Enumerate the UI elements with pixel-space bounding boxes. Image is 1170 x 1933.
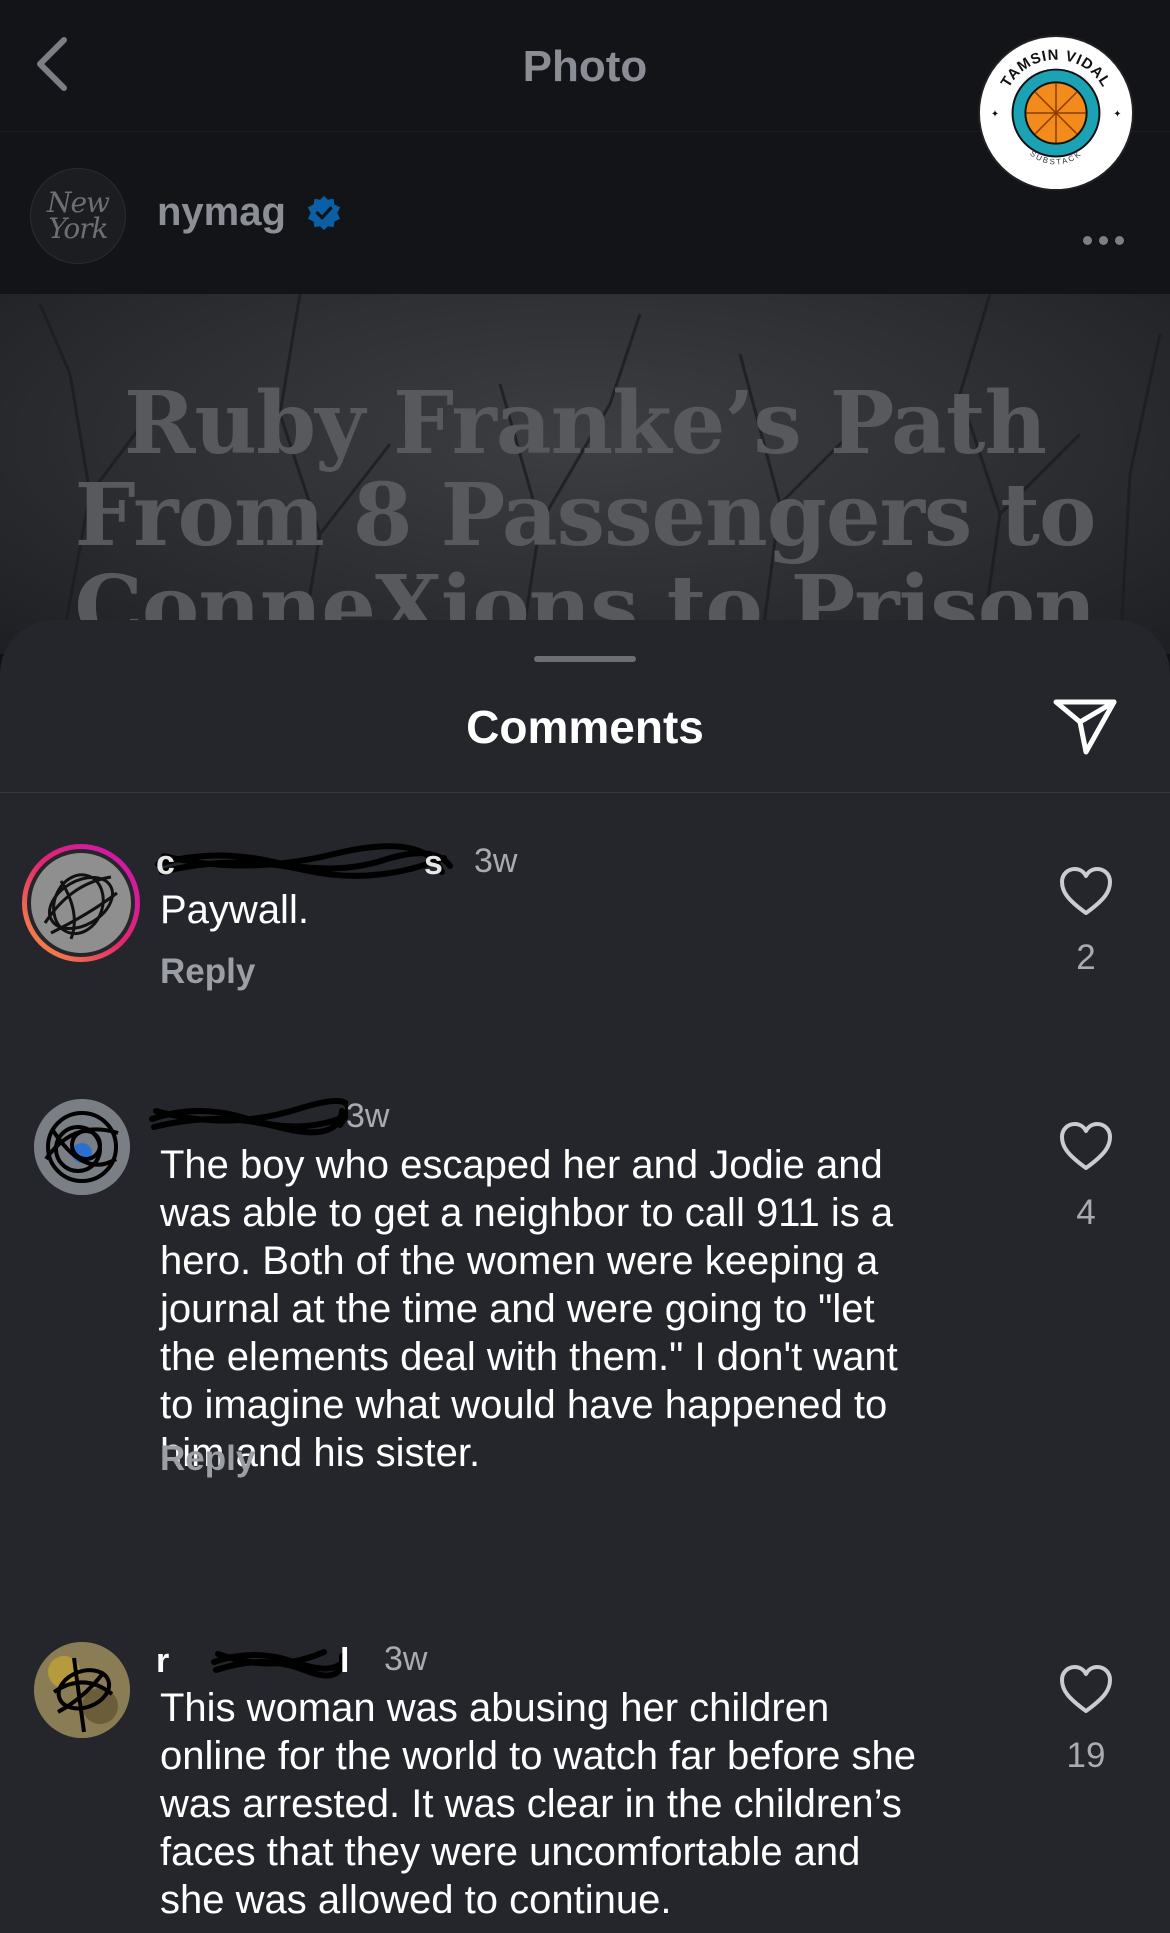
svg-text:l: l bbox=[340, 1642, 349, 1680]
svg-text:✦: ✦ bbox=[1113, 109, 1121, 120]
comment-timestamp: 3w bbox=[474, 842, 518, 880]
reply-button[interactable]: Reply bbox=[160, 1439, 255, 1479]
comment-username[interactable]: rachelmacol r l bbox=[156, 1640, 358, 1680]
heart-outline-icon bbox=[1060, 867, 1112, 915]
redaction-scribble: c s bbox=[155, 843, 453, 882]
post-image[interactable]: Ruby Franke’s Path From 8 Passengers to … bbox=[0, 294, 1170, 654]
avatar bbox=[31, 853, 131, 953]
avatar-story-ring[interactable] bbox=[22, 844, 140, 962]
avatar-redaction-scribble bbox=[34, 1099, 130, 1195]
verified-badge-icon bbox=[307, 195, 341, 231]
comment-text: The boy who escaped her and Jodie and wa… bbox=[160, 1143, 898, 1475]
like-button[interactable] bbox=[1058, 1121, 1114, 1173]
post-username[interactable]: nymag bbox=[157, 190, 286, 235]
more-options-button[interactable] bbox=[1078, 220, 1128, 260]
heart-outline-icon bbox=[1060, 1122, 1112, 1170]
svg-text:r: r bbox=[156, 1642, 169, 1680]
like-count: 4 bbox=[1076, 1193, 1096, 1232]
avatar-redaction-scribble bbox=[34, 1642, 130, 1738]
like-button[interactable] bbox=[1058, 866, 1114, 918]
share-button[interactable] bbox=[1050, 692, 1120, 758]
redaction-scribble: r l bbox=[156, 1642, 349, 1680]
comment-item: jill_ansel12 3w The boy who escaped her … bbox=[0, 1075, 1170, 1495]
comment-username[interactable]: jill_ansel12 bbox=[149, 1097, 348, 1136]
heart-outline-icon bbox=[1060, 1665, 1112, 1713]
sheet-divider bbox=[0, 792, 1170, 793]
comment-item: rachelmacol r l 3w This woman was abusin… bbox=[0, 1618, 1170, 1933]
post-headline: Ruby Franke’s Path From 8 Passengers to … bbox=[0, 378, 1170, 654]
avatar[interactable] bbox=[34, 1642, 130, 1738]
like-count: 19 bbox=[1066, 1736, 1106, 1775]
svg-text:c: c bbox=[156, 844, 175, 882]
comment-item: charmaineyeslines c s 3w Paywall. Reply … bbox=[0, 820, 1170, 1020]
comment-username[interactable]: charmaineyeslines c s bbox=[155, 842, 464, 882]
svg-text:s: s bbox=[424, 844, 443, 882]
like-button[interactable] bbox=[1058, 1664, 1114, 1716]
headline-line-2: From 8 Passengers to bbox=[74, 465, 1097, 566]
headline-line-1: Ruby Franke’s Path bbox=[123, 373, 1047, 474]
sheet-grabber-handle[interactable] bbox=[534, 656, 636, 662]
comments-sheet: Comments charmaineyeslines bbox=[0, 620, 1170, 1933]
comment-timestamp: 3w bbox=[346, 1097, 390, 1135]
comment-text: Paywall. bbox=[160, 888, 309, 932]
more-dots-icon bbox=[1082, 235, 1092, 245]
reply-button[interactable]: Reply bbox=[160, 952, 255, 992]
paper-plane-icon bbox=[1053, 699, 1117, 755]
comment-timestamp: 3w bbox=[384, 1640, 428, 1678]
avatar[interactable] bbox=[34, 1099, 130, 1195]
comment-text: This woman was abusing her children onli… bbox=[160, 1686, 916, 1922]
account-avatar-logo: New York bbox=[46, 186, 110, 245]
comments-title: Comments bbox=[466, 701, 704, 753]
tamsin-vidal-watermark-logo: TAMSIN VIDAL ✦ ✦ SUBSTACK bbox=[977, 34, 1135, 192]
svg-text:✦: ✦ bbox=[991, 109, 999, 120]
account-avatar[interactable]: New York bbox=[30, 168, 126, 264]
like-count: 2 bbox=[1076, 938, 1096, 977]
redaction-scribble bbox=[149, 1098, 348, 1136]
